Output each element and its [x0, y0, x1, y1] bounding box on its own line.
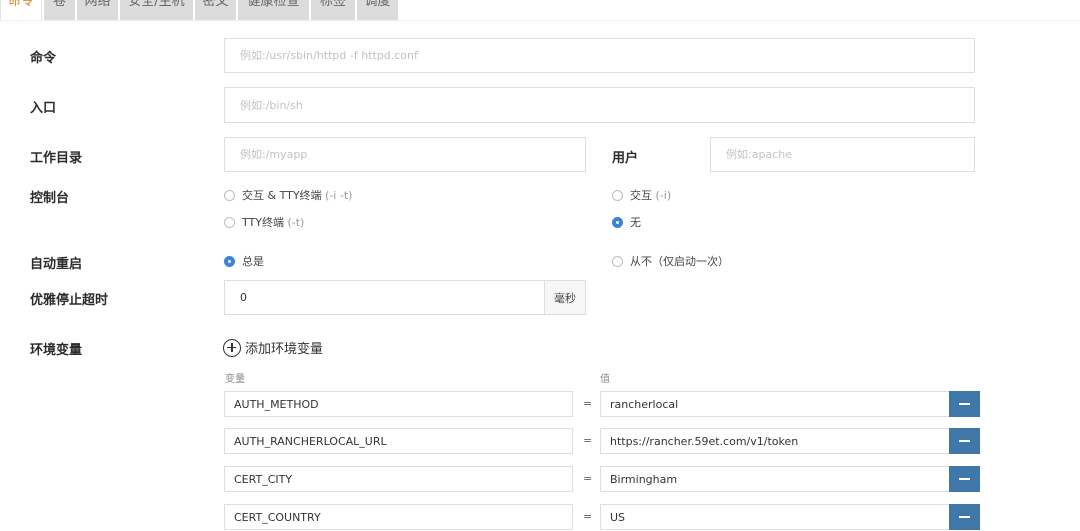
tab-security-host[interactable]: 安全/主机	[120, 0, 193, 20]
tab-health-check[interactable]: 健康检查	[238, 0, 309, 20]
env-key-input[interactable]	[224, 466, 573, 492]
entrypoint-input[interactable]	[224, 87, 975, 123]
tab-command[interactable]: 命令	[0, 0, 42, 20]
user-label: 用户	[612, 151, 639, 166]
radio-on-icon	[224, 255, 235, 267]
remove-env-button[interactable]	[949, 428, 980, 454]
workdir-label: 工作目录	[30, 151, 83, 166]
plus-circle-icon	[223, 338, 241, 357]
command-label: 命令	[30, 51, 57, 66]
tab-labels[interactable]: 标签	[311, 0, 355, 20]
radio-off-icon	[612, 255, 623, 267]
restart-option-always[interactable]: 总是	[224, 253, 264, 269]
stop-timeout-input[interactable]	[224, 280, 545, 315]
stop-timeout-unit: 毫秒	[545, 280, 586, 315]
tab-divider	[0, 20, 1080, 21]
radio-on-icon	[612, 216, 623, 228]
tab-volumes[interactable]: 卷	[44, 0, 75, 20]
env-value-header: 值	[600, 374, 610, 385]
tab-bar: 命令 卷 网络 安全/主机 密文 健康检查 标签 调度	[0, 0, 1080, 20]
env-value-input[interactable]	[600, 391, 950, 417]
env-value-input[interactable]	[600, 504, 950, 530]
equals-sign: =	[583, 397, 593, 410]
workdir-input[interactable]	[224, 137, 586, 172]
equals-sign: =	[583, 510, 593, 523]
tab-secrets[interactable]: 密文	[195, 0, 236, 20]
env-value-input[interactable]	[600, 428, 950, 454]
env-key-input[interactable]	[224, 391, 573, 417]
equals-sign: =	[583, 434, 593, 447]
restart-option-never[interactable]: 从不（仅启动一次）	[612, 253, 729, 269]
console-option-tty[interactable]: TTY终端 (-t)	[224, 214, 304, 230]
user-input[interactable]	[710, 137, 975, 172]
remove-env-button[interactable]	[949, 391, 980, 417]
radio-off-icon	[224, 216, 235, 228]
env-row: =	[0, 504, 1080, 530]
env-label: 环境变量	[30, 343, 83, 358]
equals-sign: =	[583, 472, 593, 485]
radio-off-icon	[224, 189, 235, 201]
entrypoint-label: 入口	[30, 101, 57, 116]
add-env-button[interactable]: 添加环境变量	[223, 338, 323, 357]
env-key-header: 变量	[225, 374, 245, 385]
console-label: 控制台	[30, 191, 70, 206]
env-row: =	[0, 428, 1080, 454]
remove-env-button[interactable]	[949, 466, 980, 492]
restart-label: 自动重启	[30, 257, 83, 272]
env-key-input[interactable]	[224, 504, 573, 530]
env-row: =	[0, 466, 1080, 492]
remove-env-button[interactable]	[949, 504, 980, 530]
env-key-input[interactable]	[224, 428, 573, 454]
console-option-interactive-tty[interactable]: 交互 & TTY终端 (-i -t)	[224, 187, 352, 203]
radio-off-icon	[612, 189, 623, 201]
env-row: =	[0, 391, 1080, 417]
command-input[interactable]	[224, 38, 975, 73]
tab-network[interactable]: 网络	[77, 0, 118, 20]
stop-timeout-label: 优雅停止超时	[30, 293, 109, 308]
console-option-none[interactable]: 无	[612, 214, 641, 230]
console-option-interactive[interactable]: 交互 (-i)	[612, 187, 671, 203]
env-value-input[interactable]	[600, 466, 950, 492]
tab-scheduling[interactable]: 调度	[357, 0, 398, 20]
